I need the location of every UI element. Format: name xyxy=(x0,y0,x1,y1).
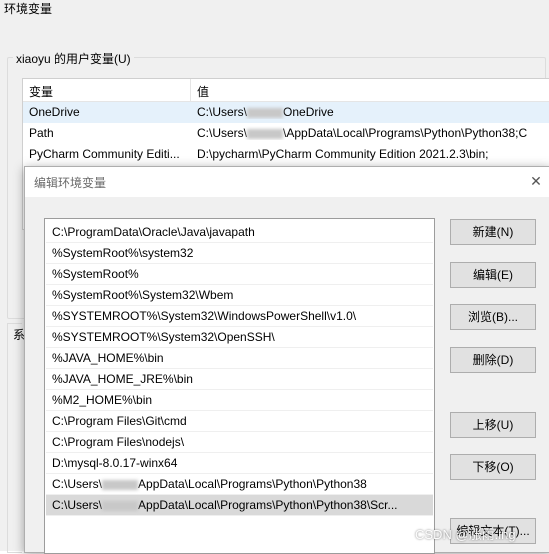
browse-button[interactable]: 浏览(B)... xyxy=(450,304,536,330)
path-entry[interactable]: D:\mysql-8.0.17-winx64 xyxy=(46,453,433,474)
move-up-button[interactable]: 上移(U) xyxy=(450,412,536,438)
path-entry[interactable]: C:\ProgramData\Oracle\Java\javapath xyxy=(46,222,433,243)
path-entry-text: C:\ProgramData\Oracle\Java\javapath xyxy=(52,225,255,239)
move-down-button[interactable]: 下移(O) xyxy=(450,454,536,480)
variable-value: D:\pycharm\PyCharm Community Edition 202… xyxy=(197,147,489,161)
user-variables-label: xiaoyu 的用户变量(U) xyxy=(13,50,134,67)
dialog-title: 编辑环境变量 xyxy=(34,176,107,190)
variable-name: Path xyxy=(29,126,54,140)
redacted-username xyxy=(102,500,139,511)
dialog-titlebar[interactable]: 编辑环境变量 ✕ xyxy=(25,167,549,197)
redacted-username xyxy=(102,479,139,490)
path-entry[interactable]: %SYSTEMROOT%\System32\WindowsPowerShell\… xyxy=(46,306,433,327)
redacted-username xyxy=(247,128,284,139)
close-icon[interactable]: ✕ xyxy=(525,170,547,192)
path-entry-text: D:\mysql-8.0.17-winx64 xyxy=(52,456,178,470)
watermark: CSDN @涨雨.ing xyxy=(415,527,516,542)
path-entry-text: C:\Program Files\Git\cmd xyxy=(52,414,187,428)
path-entry-text: %SystemRoot%\System32\Wbem xyxy=(52,288,234,302)
variable-value: C:\Users\ \AppData\Local\Programs\Python\… xyxy=(197,126,528,140)
user-variable-row-onedrive[interactable]: OneDrive C:\Users\ OneDrive xyxy=(23,102,549,123)
path-entry[interactable]: %SYSTEMROOT%\System32\OpenSSH\ xyxy=(46,327,433,348)
path-entry-text: %SYSTEMROOT%\System32\WindowsPowerShell\… xyxy=(52,309,357,323)
path-entry-text: %SystemRoot%\system32 xyxy=(52,246,194,260)
path-entry[interactable]: C:\Users\ AppData\Local\Programs\Python\P… xyxy=(46,474,433,495)
delete-button[interactable]: 删除(D) xyxy=(450,347,536,373)
variable-name: PyCharm Community Editi... xyxy=(29,147,180,161)
path-entry[interactable]: C:\Program Files\nodejs\ xyxy=(46,432,433,453)
path-entry-text: C:\Users\ xyxy=(52,477,103,491)
path-entries-list[interactable]: C:\ProgramData\Oracle\Java\javapath %Syst… xyxy=(44,218,435,554)
system-variables-group xyxy=(7,323,22,553)
path-entry-text: C:\Users\ xyxy=(52,498,103,512)
list-header: 变量 值 xyxy=(23,79,549,102)
path-entry[interactable]: %SystemRoot%\System32\Wbem xyxy=(46,285,433,306)
path-entry-text: C:\Program Files\nodejs\ xyxy=(52,435,185,449)
user-variable-row-pycharm[interactable]: PyCharm Community Editi... D:\pycharm\Py… xyxy=(23,144,549,165)
path-entry[interactable]: %SystemRoot%\system32 xyxy=(46,243,433,264)
path-entry-text: %M2_HOME%\bin xyxy=(52,393,153,407)
user-variable-row-path[interactable]: Path C:\Users\ \AppData\Local\Programs\Py… xyxy=(23,123,549,144)
column-header-variable[interactable]: 变量 xyxy=(29,83,53,100)
edit-environment-variable-dialog: 编辑环境变量 ✕ C:\ProgramData\Oracle\Java\java… xyxy=(24,166,549,554)
column-header-value[interactable]: 值 xyxy=(197,83,209,100)
column-separator[interactable] xyxy=(190,79,191,101)
path-entry[interactable]: %JAVA_HOME_JRE%\bin xyxy=(46,369,433,390)
path-entry[interactable]: %SystemRoot% xyxy=(46,264,433,285)
window-title: 环境变量 xyxy=(4,2,53,16)
variable-name: OneDrive xyxy=(29,105,80,119)
path-entry-text: AppData\Local\Programs\Python\Python38\S… xyxy=(138,498,398,512)
edit-button[interactable]: 编辑(E) xyxy=(450,262,536,288)
new-button[interactable]: 新建(N) xyxy=(450,219,536,245)
path-entry-text: %SYSTEMROOT%\System32\OpenSSH\ xyxy=(52,330,275,344)
variable-value: C:\Users\ OneDrive xyxy=(197,105,334,119)
path-entry-text: AppData\Local\Programs\Python\Python38 xyxy=(138,477,367,491)
redacted-username xyxy=(247,107,284,118)
path-entry[interactable]: %JAVA_HOME%\bin xyxy=(46,348,433,369)
path-entry[interactable]: C:\Users\ AppData\Local\Programs\Python\P… xyxy=(46,495,433,516)
path-entry[interactable]: %M2_HOME%\bin xyxy=(46,390,433,411)
path-entry-text: %JAVA_HOME%\bin xyxy=(52,351,164,365)
path-entry-text: %JAVA_HOME_JRE%\bin xyxy=(52,372,193,386)
path-entry[interactable]: C:\Program Files\Git\cmd xyxy=(46,411,433,432)
path-entry-text: %SystemRoot% xyxy=(52,267,139,281)
